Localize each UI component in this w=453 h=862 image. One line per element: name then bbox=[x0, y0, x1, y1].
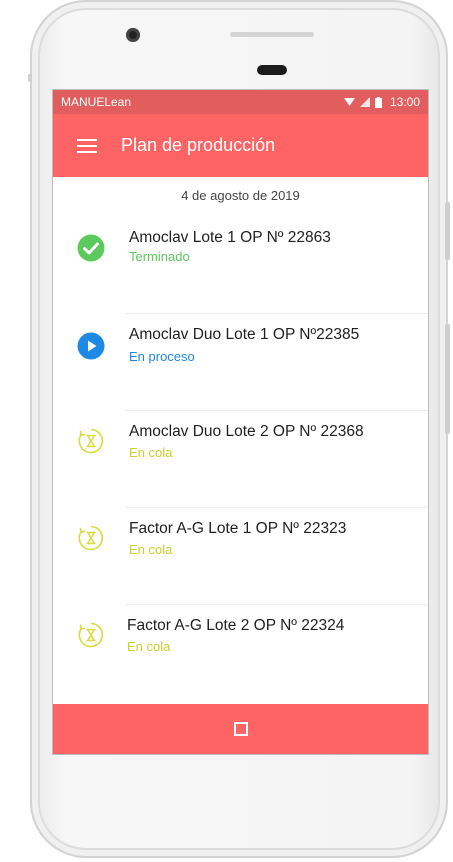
nav-bar bbox=[53, 704, 428, 754]
list-item[interactable]: Amoclav Lote 1 OP Nº 22863 Terminado bbox=[53, 217, 428, 314]
item-name: Factor A-G Lote 2 OP Nº 22324 bbox=[127, 617, 345, 634]
list-item[interactable]: Factor A-G Lote 2 OP Nº 22324 En cola bbox=[53, 605, 428, 702]
wifi-icon bbox=[343, 98, 355, 106]
item-name: Amoclav Duo Lote 2 OP Nº 22368 bbox=[129, 423, 364, 440]
power-button bbox=[445, 202, 450, 260]
app-bar: Plan de producción bbox=[53, 114, 428, 177]
item-status: En proceso bbox=[129, 349, 195, 364]
item-status: En cola bbox=[129, 445, 173, 460]
side-notch bbox=[28, 74, 32, 82]
status-time: 13:00 bbox=[389, 95, 420, 109]
item-name: Factor A-G Lote 1 OP Nº 22323 bbox=[129, 520, 347, 537]
item-status: En cola bbox=[127, 639, 171, 654]
status-bar: MANUELean 13:00 bbox=[53, 90, 428, 114]
status-app-name: MANUELean bbox=[61, 95, 132, 109]
battery-icon bbox=[374, 96, 382, 108]
list-item[interactable]: Amoclav Duo Lote 1 OP Nº22385 En proceso bbox=[53, 314, 428, 411]
list-item[interactable]: Factor A-G Lote 1 OP Nº 22323 En cola bbox=[53, 508, 428, 605]
play-circle-icon bbox=[77, 332, 105, 360]
hourglass-icon bbox=[78, 428, 104, 454]
menu-icon bbox=[77, 138, 97, 153]
earpiece bbox=[230, 32, 314, 37]
status-icons: 13:00 bbox=[343, 95, 420, 109]
item-status: Terminado bbox=[129, 249, 190, 264]
front-camera bbox=[126, 28, 140, 42]
list-item[interactable]: Amoclav Duo Lote 2 OP Nº 22368 En cola bbox=[53, 411, 428, 508]
hourglass-icon bbox=[78, 622, 104, 648]
item-status: En cola bbox=[129, 542, 173, 557]
page-title: Plan de producción bbox=[121, 135, 276, 155]
production-list: Amoclav Lote 1 OP Nº 22863 Terminado Amo… bbox=[53, 217, 428, 702]
item-name: Amoclav Duo Lote 1 OP Nº22385 bbox=[129, 326, 360, 343]
overview-button[interactable] bbox=[233, 722, 248, 736]
app-screen: MANUELean 13:00 Plan de producción 4 de … bbox=[52, 89, 429, 755]
signal-icon bbox=[359, 97, 370, 107]
check-circle-icon bbox=[77, 234, 105, 262]
hourglass-icon bbox=[78, 525, 104, 551]
menu-button[interactable] bbox=[53, 114, 121, 177]
proximity-sensor bbox=[257, 65, 287, 75]
volume-button bbox=[445, 324, 450, 434]
item-name: Amoclav Lote 1 OP Nº 22863 bbox=[129, 229, 331, 246]
plan-date: 4 de agosto de 2019 bbox=[181, 188, 300, 203]
